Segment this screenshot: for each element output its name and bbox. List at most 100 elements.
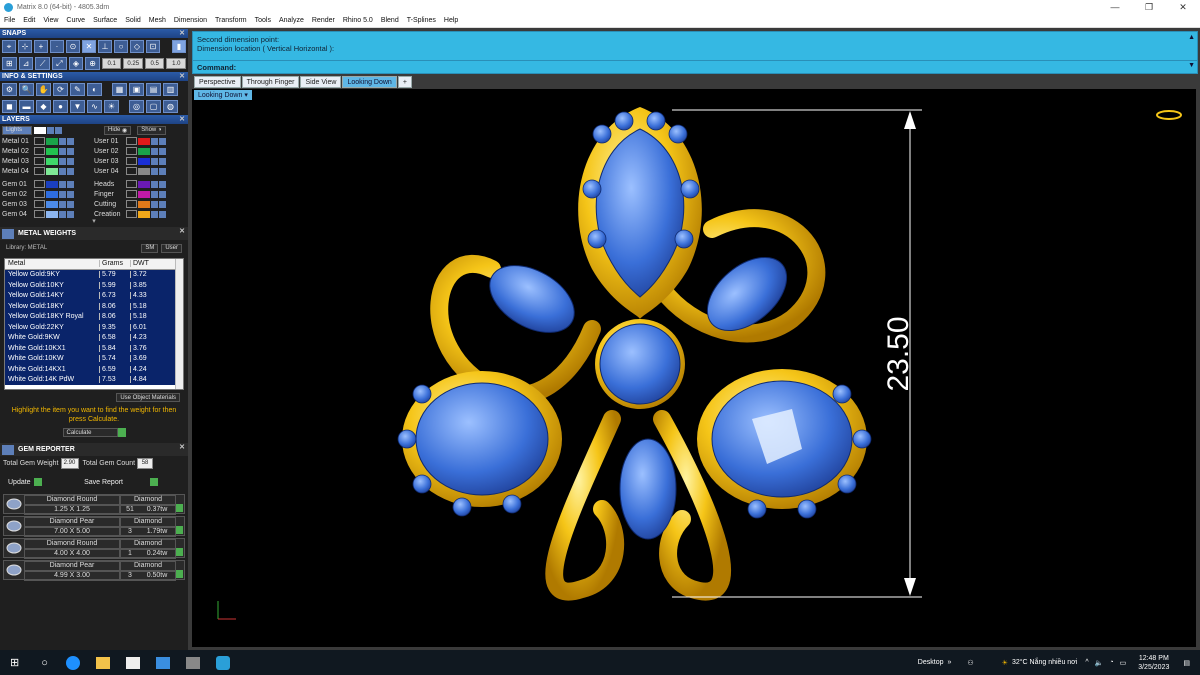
bulb-icon[interactable] [67,180,74,188]
menu-help[interactable]: Help [440,17,462,24]
material-icon[interactable]: ◍ [163,100,178,113]
layer-checkbox[interactable] [126,157,137,165]
speaker-icon[interactable]: 🔈 [1095,659,1104,667]
bulb-icon[interactable] [159,137,166,145]
snap-perp-icon[interactable]: ⊥ [98,40,112,53]
menu-curve[interactable]: Curve [62,17,89,24]
layer-checkbox[interactable] [126,137,137,145]
layer-color-swatch[interactable] [46,147,58,155]
snap-end-icon[interactable]: ⌖ [2,40,16,53]
matrix-app-icon[interactable] [215,655,230,670]
sm-button[interactable]: SM [141,243,159,253]
bulb-icon[interactable] [159,167,166,175]
tab-perspective[interactable]: Perspective [194,76,241,88]
view2-icon[interactable]: ▣ [129,83,144,96]
lights-swatch[interactable] [34,126,46,134]
network-icon[interactable]: ◔ [1109,659,1113,666]
menu-render[interactable]: Render [308,17,339,24]
layer-name[interactable]: Gem 04 [2,211,34,218]
layer-checkbox[interactable] [34,210,45,218]
menu-solid[interactable]: Solid [121,17,145,24]
add-tab-icon[interactable]: + [397,76,412,88]
layer-name[interactable]: Gem 03 [2,201,34,208]
view4-icon[interactable]: ▥ [163,83,178,96]
layer-checkbox[interactable] [126,147,137,155]
gem-go-icon[interactable] [176,526,183,534]
snap-knot-icon[interactable]: ⊡ [146,40,160,53]
user-button[interactable]: User [161,243,182,253]
tab-looking-down[interactable]: Looking Down [342,76,397,88]
lock-icon[interactable] [59,190,66,198]
layer-color-swatch[interactable] [46,180,58,188]
layout-icon[interactable]: ▦ [112,83,127,96]
layer-checkbox[interactable] [34,190,45,198]
layer-name[interactable]: Gem 01 [2,181,34,188]
table-row[interactable]: Yellow Gold:18KY 8.06 5.18 [5,301,183,312]
ortho-icon[interactable]: ⊿ [18,57,34,70]
menu-mesh[interactable]: Mesh [145,17,170,24]
pen-icon[interactable]: ✎ [70,83,85,96]
bulb-icon[interactable] [159,200,166,208]
command-input[interactable] [240,62,1197,72]
table-row[interactable]: White Gold:9KW 6.58 4.23 [5,332,183,343]
snap-value-3[interactable]: 0.5 [144,58,165,69]
file-explorer-icon[interactable] [95,656,110,669]
layer-color-swatch[interactable] [46,200,58,208]
gem-row[interactable]: Diamond Pear Diamond 7.00 X 5.00 3 1.79tw [3,516,185,537]
table-row[interactable]: Yellow Gold:14KY 6.73 4.33 [5,290,183,301]
jewelry-model[interactable]: 23.50 [192,89,1196,647]
layer-checkbox[interactable] [34,200,45,208]
use-object-materials-button[interactable]: Use Object Materials [116,393,180,402]
bulb-icon[interactable] [159,190,166,198]
layer-checkbox[interactable] [34,167,45,175]
gem-icon[interactable]: ◆ [36,100,51,113]
store-icon[interactable] [125,656,140,669]
lock-icon[interactable] [59,180,66,188]
snap-cen-icon[interactable]: ⊙ [66,40,80,53]
gem-row[interactable]: Diamond Round Diamond 4.00 X 4.00 1 0.24tw [3,538,185,559]
layer-color-swatch[interactable] [46,167,58,175]
table-row[interactable]: White Gold:14KX1 6.59 4.24 [5,364,183,375]
command-scroll-down-icon[interactable]: ▼ [1188,62,1195,69]
clock[interactable]: 12:48 PM 3/25/2023 [1138,654,1169,672]
layer-name[interactable]: User 03 [94,158,126,165]
lock-icon[interactable] [151,180,158,188]
layer-checkbox[interactable] [126,200,137,208]
lock-icon[interactable] [151,137,158,145]
layer-color-swatch[interactable] [138,200,150,208]
lock-icon[interactable] [59,147,66,155]
box-icon[interactable]: ◼ [2,100,17,113]
layer-name[interactable]: User 02 [94,148,126,155]
menu-surface[interactable]: Surface [89,17,121,24]
command-scroll-up-icon[interactable]: ▲ [1188,34,1195,41]
mail-icon[interactable] [155,656,170,669]
minimize-button[interactable]: — [1098,0,1132,14]
table-row[interactable]: Yellow Gold:22KY 9.35 6.01 [5,322,183,333]
layer-checkbox[interactable] [126,190,137,198]
sphere-icon[interactable]: ● [53,100,68,113]
table-row[interactable]: White Gold:10KX1 5.84 3.76 [5,343,183,354]
lock-icon[interactable] [59,200,66,208]
layer-color-swatch[interactable] [138,147,150,155]
layer-checkbox[interactable] [126,180,137,188]
gem-go-icon[interactable] [176,548,183,556]
hide-button[interactable]: Hide ◉ [104,125,132,135]
layer-name[interactable]: Metal 04 [2,168,34,175]
bulb-icon[interactable] [67,190,74,198]
snap-int-icon[interactable]: ✕ [82,40,96,53]
select-icon[interactable]: ⚙ [2,83,17,96]
layer-color-swatch[interactable] [138,190,150,198]
project-icon[interactable]: ⤢ [51,57,67,70]
layer-name[interactable]: Metal 03 [2,158,34,165]
bulb-icon[interactable] [159,180,166,188]
plane-icon[interactable]: ▬ [19,100,34,113]
lock-icon[interactable] [59,157,66,165]
lock-icon[interactable] [59,167,66,175]
layer-checkbox[interactable] [126,210,137,218]
render-icon[interactable]: ◐ [87,83,102,96]
person-icon[interactable]: ⚇ [967,659,973,667]
layer-color-swatch[interactable] [46,190,58,198]
lights-button[interactable]: Lights [2,125,32,135]
layer-checkbox[interactable] [34,137,45,145]
table-row[interactable]: White Gold:14K PdW 7.53 4.84 [5,374,183,385]
